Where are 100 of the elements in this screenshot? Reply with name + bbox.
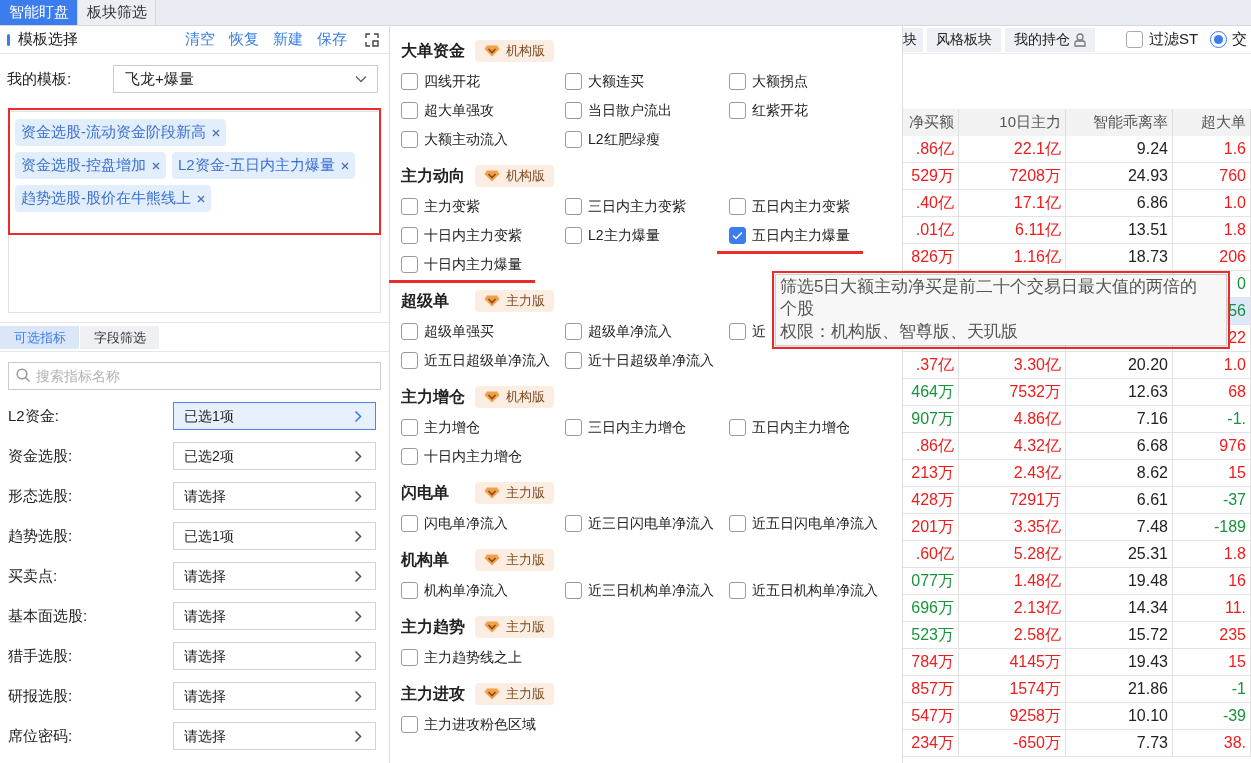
table-cell-text: 907万 (911, 409, 954, 429)
table-cell-text: 4145万 (1009, 652, 1061, 672)
table-cell-text: 7532万 (1009, 382, 1061, 402)
table-cell-text: 24.93 (1127, 166, 1168, 186)
table-cell-text: 529万 (911, 166, 954, 186)
table-cell-text: 12.63 (1127, 382, 1168, 402)
table-cell-text: 784万 (911, 652, 954, 672)
table-cell-text: -37 (1222, 490, 1246, 510)
table-cell-text: .01亿 (915, 220, 954, 240)
table-cell-text: 7.48 (1136, 517, 1168, 537)
version-badge: 主力版 (475, 683, 554, 705)
table-cell-text: 976 (1219, 436, 1246, 456)
table-cell-text: 15.72 (1127, 625, 1168, 645)
table-cell-text: 1.0 (1223, 193, 1246, 213)
table-cell-text: -189 (1213, 517, 1246, 537)
tooltip-permission: 权限：机构版、智尊版、天玑版 (780, 321, 1019, 343)
table-cell-text: 235 (1219, 625, 1246, 645)
table-cell-text: 13.51 (1127, 220, 1168, 240)
table-cell-text: 547万 (911, 706, 954, 726)
table-cell-text: 6.11亿 (1015, 220, 1061, 240)
table-cell-text: 7.16 (1136, 409, 1168, 429)
table-cell-text: 7291万 (1009, 490, 1061, 510)
table-cell-text: 20.20 (1127, 355, 1168, 375)
table-cell-text: 25.31 (1127, 544, 1168, 564)
table-cell-text: 1.16亿 (1013, 247, 1061, 267)
section-title: 主力趋势 (401, 617, 466, 637)
section-title: 主力动向 (401, 166, 466, 186)
table-cell-text: 6.61 (1136, 490, 1168, 510)
table-cell-text: 18.73 (1127, 247, 1168, 267)
table-cell-text: 19.48 (1127, 571, 1168, 591)
table-cell-text: 1574万 (1009, 679, 1061, 699)
table-cell-text: 1.48亿 (1013, 571, 1061, 591)
indicator-label: 研报选股: (8, 685, 74, 706)
table-cell-text: 10.10 (1127, 706, 1168, 726)
table-cell-text: 21.86 (1127, 679, 1168, 699)
table-cell-text: 201万 (911, 517, 954, 537)
section-title: 闪电单 (401, 483, 450, 503)
table-cell-text: 68 (1228, 382, 1246, 402)
table-cell-text: 16 (1228, 571, 1246, 591)
table-cell-text: .86亿 (915, 139, 954, 159)
table-cell-text: 2.58亿 (1013, 625, 1061, 645)
table-cell-text: 15 (1228, 463, 1246, 483)
version-badge: 主力版 (475, 482, 554, 504)
my-template-label: 我的模板: (7, 68, 73, 89)
version-badge: 主力版 (475, 616, 554, 638)
panel-title: 模板选择 (18, 29, 78, 50)
table-cell-text: 19.43 (1127, 652, 1168, 672)
table-cell-text: 857万 (911, 679, 954, 699)
table-cell-text: -1 (1231, 679, 1246, 699)
table-cell-text: 234万 (911, 733, 954, 753)
table-cell-text: 6.86 (1136, 193, 1168, 213)
section-title: 超级单 (401, 291, 450, 311)
table-cell-text: 22 (1228, 328, 1246, 348)
table-cell-text: 1.6 (1223, 139, 1246, 159)
table-cell-text: 6.68 (1136, 436, 1168, 456)
table-cell-text: 9.24 (1136, 139, 1168, 159)
table-cell-text: .60亿 (915, 544, 954, 564)
table-cell-text: 3.35亿 (1013, 517, 1061, 537)
table-cell-text: 1.8 (1223, 544, 1246, 564)
table-cell-text: 760 (1219, 166, 1246, 186)
table-cell-text: 22.1亿 (1013, 139, 1061, 159)
table-cell-text: 15 (1228, 652, 1246, 672)
table-cell-text: 7.73 (1136, 733, 1168, 753)
table-cell-text: 4.32亿 (1013, 436, 1061, 456)
table-cell-text: 2.13亿 (1013, 598, 1061, 618)
table-cell-text: 2.43亿 (1013, 463, 1061, 483)
indicator-label: 趋势选股: (8, 525, 74, 546)
indicator-label: 形态选股: (8, 485, 74, 506)
table-cell-text: 14.34 (1127, 598, 1168, 618)
version-badge: 机构版 (475, 165, 554, 187)
indicator-label: 席位密码: (8, 725, 74, 746)
indicator-label: 猎手选股: (8, 645, 74, 666)
table-cell-text: 826万 (911, 247, 954, 267)
table-cell-text: 077万 (911, 571, 954, 591)
version-badge: 主力版 (475, 549, 554, 571)
table-cell-text: 464万 (911, 382, 954, 402)
tooltip-description: 筛选5日大额主动净买是前二十个交易日最大值的两倍的个股 (780, 276, 1199, 320)
table-cell-text: 38. (1223, 733, 1246, 753)
table-cell-text: 1.8 (1223, 220, 1246, 240)
table-cell-text: -650万 (1012, 733, 1061, 753)
table-cell-text: .86亿 (915, 436, 954, 456)
table-cell-text: 8.62 (1136, 463, 1168, 483)
table-cell-text: 1.0 (1223, 355, 1246, 375)
indicator-label: L2资金: (8, 405, 60, 426)
section-title: 大单资金 (401, 41, 466, 61)
table-cell-text: .37亿 (915, 355, 954, 375)
table-cell-text: 9258万 (1009, 706, 1061, 726)
section-title: 机构单 (401, 550, 450, 570)
table-cell-text: 7208万 (1009, 166, 1061, 186)
table-cell-text: -39 (1222, 706, 1246, 726)
indicator-label: 基本面选股: (8, 605, 89, 626)
table-cell-text: .40亿 (915, 193, 954, 213)
table-cell-text: 0 (1237, 274, 1246, 294)
table-cell-text: 206 (1219, 247, 1246, 267)
table-cell-text: 523万 (911, 625, 954, 645)
version-badge: 主力版 (475, 290, 554, 312)
section-title: 主力进攻 (401, 684, 466, 704)
table-cell-text: 11. (1224, 598, 1246, 618)
indicator-label: 买卖点: (8, 565, 59, 586)
table-cell-text: 5.28亿 (1013, 544, 1061, 564)
